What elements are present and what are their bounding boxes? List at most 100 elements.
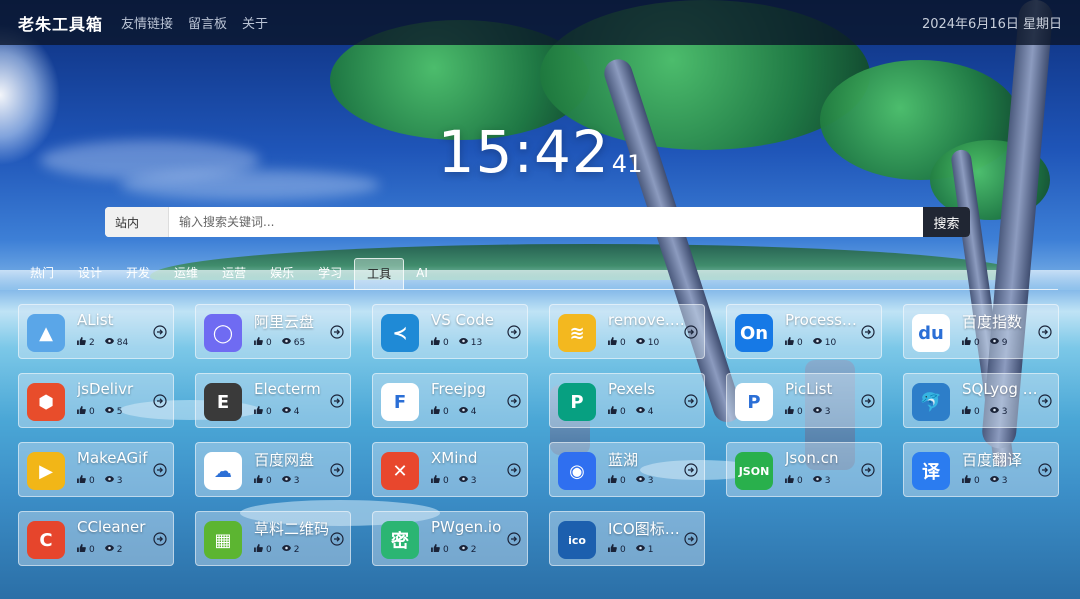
open-link-icon[interactable] [684,531,698,546]
thumbs-up-icon[interactable] [431,406,440,417]
open-link-icon[interactable] [1038,462,1052,477]
view-count: 3 [293,475,300,486]
thumbs-up-icon[interactable] [77,544,86,555]
tool-card[interactable]: ⬢ jsDelivr 0 5 [18,373,174,428]
thumbs-up-icon[interactable] [608,406,617,417]
thumbs-up-icon[interactable] [431,337,440,348]
jsdelivr-icon: ⬢ [27,383,65,421]
like-count: 0 [266,475,272,486]
tool-name: ICO图标转换 [608,520,686,538]
like-count: 0 [89,406,95,417]
open-link-icon[interactable] [861,324,875,339]
search-input[interactable] [169,207,923,237]
tab-8[interactable]: AI [404,258,440,290]
thumbs-up-icon[interactable] [962,406,971,417]
thumbs-up-icon[interactable] [254,475,263,486]
eye-icon [281,406,291,417]
tool-card[interactable]: ▲ AList 2 84 [18,304,174,359]
tab-6[interactable]: 学习 [306,258,354,290]
tab-0[interactable]: 热门 [18,258,66,290]
eye-icon [281,544,291,555]
tool-card[interactable]: 🐬SQLyog Community03 [903,373,1059,428]
open-link-icon[interactable] [153,393,167,408]
open-link-icon[interactable] [1038,393,1052,408]
open-link-icon[interactable] [507,462,521,477]
tool-card[interactable]: ◯ 阿里云盘 0 65 [195,304,351,359]
alist-icon: ▲ [27,314,65,352]
tab-3[interactable]: 运维 [162,258,210,290]
open-link-icon[interactable] [153,462,167,477]
tool-card[interactable]: 译百度翻译 0 3 [903,442,1059,497]
tool-card[interactable]: ▦ 草料二维码 0 2 [195,511,351,566]
open-link-icon[interactable] [330,531,344,546]
tool-card[interactable]: E Electerm 0 4 [195,373,351,428]
tool-card[interactable]: ☁ 百度网盘 0 3 [195,442,351,497]
thumbs-up-icon[interactable] [77,475,86,486]
tab-5[interactable]: 娱乐 [258,258,306,290]
thumbs-up-icon[interactable] [608,544,617,555]
thumbs-up-icon[interactable] [962,337,971,348]
open-link-icon[interactable] [153,324,167,339]
tool-card[interactable]: 密 PWgen.io 0 2 [372,511,528,566]
tab-2[interactable]: 开发 [114,258,162,290]
tool-card[interactable]: ≋ remove.bg 0 10 [549,304,705,359]
thumbs-up-icon[interactable] [785,475,794,486]
open-link-icon[interactable] [507,324,521,339]
tool-card[interactable]: du 百度指数 0 9 [903,304,1059,359]
baidu-index-icon: du [912,314,950,352]
open-link-icon[interactable] [684,324,698,339]
tool-card[interactable]: On ProcessOn 0 10 [726,304,882,359]
tool-card[interactable]: ◉ 蓝湖 0 3 [549,442,705,497]
tool-card[interactable]: JSON Json.cn 0 3 [726,442,882,497]
thumbs-up-icon[interactable] [77,337,86,348]
site-brand[interactable]: 老朱工具箱 [18,11,103,35]
like-count: 0 [443,337,449,348]
view-count: 1 [647,544,654,555]
thumbs-up-icon[interactable] [431,544,440,555]
tool-stats: 0 13 [431,337,482,348]
nav-link-friends[interactable]: 友情链接 [121,13,173,32]
tool-card[interactable]: F Freejpg 0 4 [372,373,528,428]
tool-card[interactable]: P Pexels 0 4 [549,373,705,428]
thumbs-up-icon[interactable] [962,475,971,486]
like-count: 0 [974,475,980,486]
open-link-icon[interactable] [330,324,344,339]
tool-card[interactable]: ▶ MakeAGif 0 3 [18,442,174,497]
tab-4[interactable]: 运营 [210,258,258,290]
search-button[interactable]: 搜索 [923,207,970,237]
like-count: 2 [89,337,95,348]
tool-stats: 2 84 [77,337,128,348]
tool-card[interactable]: ✕ XMind 0 3 [372,442,528,497]
tab-1[interactable]: 设计 [66,258,114,290]
eye-icon [458,475,468,486]
open-link-icon[interactable] [861,462,875,477]
thumbs-up-icon[interactable] [608,337,617,348]
thumbs-up-icon[interactable] [608,475,617,486]
search-scope-select[interactable]: 站内 [105,207,169,237]
tool-card[interactable]: icoICO图标转换01 [549,511,705,566]
thumbs-up-icon[interactable] [785,406,794,417]
thumbs-up-icon[interactable] [785,337,794,348]
open-link-icon[interactable] [1038,324,1052,339]
open-link-icon[interactable] [153,531,167,546]
thumbs-up-icon[interactable] [77,406,86,417]
thumbs-up-icon[interactable] [431,475,440,486]
open-link-icon[interactable] [861,393,875,408]
open-link-icon[interactable] [684,462,698,477]
open-link-icon[interactable] [330,462,344,477]
tab-7[interactable]: 工具 [354,258,405,290]
eye-icon [104,544,114,555]
thumbs-up-icon[interactable] [254,406,263,417]
thumbs-up-icon[interactable] [254,544,263,555]
tool-card[interactable]: P PicList 0 3 [726,373,882,428]
tool-card[interactable]: C CCleaner 0 2 [18,511,174,566]
open-link-icon[interactable] [330,393,344,408]
nav-link-about[interactable]: 关于 [242,13,268,32]
nav-link-guestbook[interactable]: 留言板 [188,13,227,32]
like-count: 0 [797,406,803,417]
tool-card[interactable]: ≺ VS Code 0 13 [372,304,528,359]
open-link-icon[interactable] [507,531,521,546]
open-link-icon[interactable] [684,393,698,408]
thumbs-up-icon[interactable] [254,337,263,348]
open-link-icon[interactable] [507,393,521,408]
